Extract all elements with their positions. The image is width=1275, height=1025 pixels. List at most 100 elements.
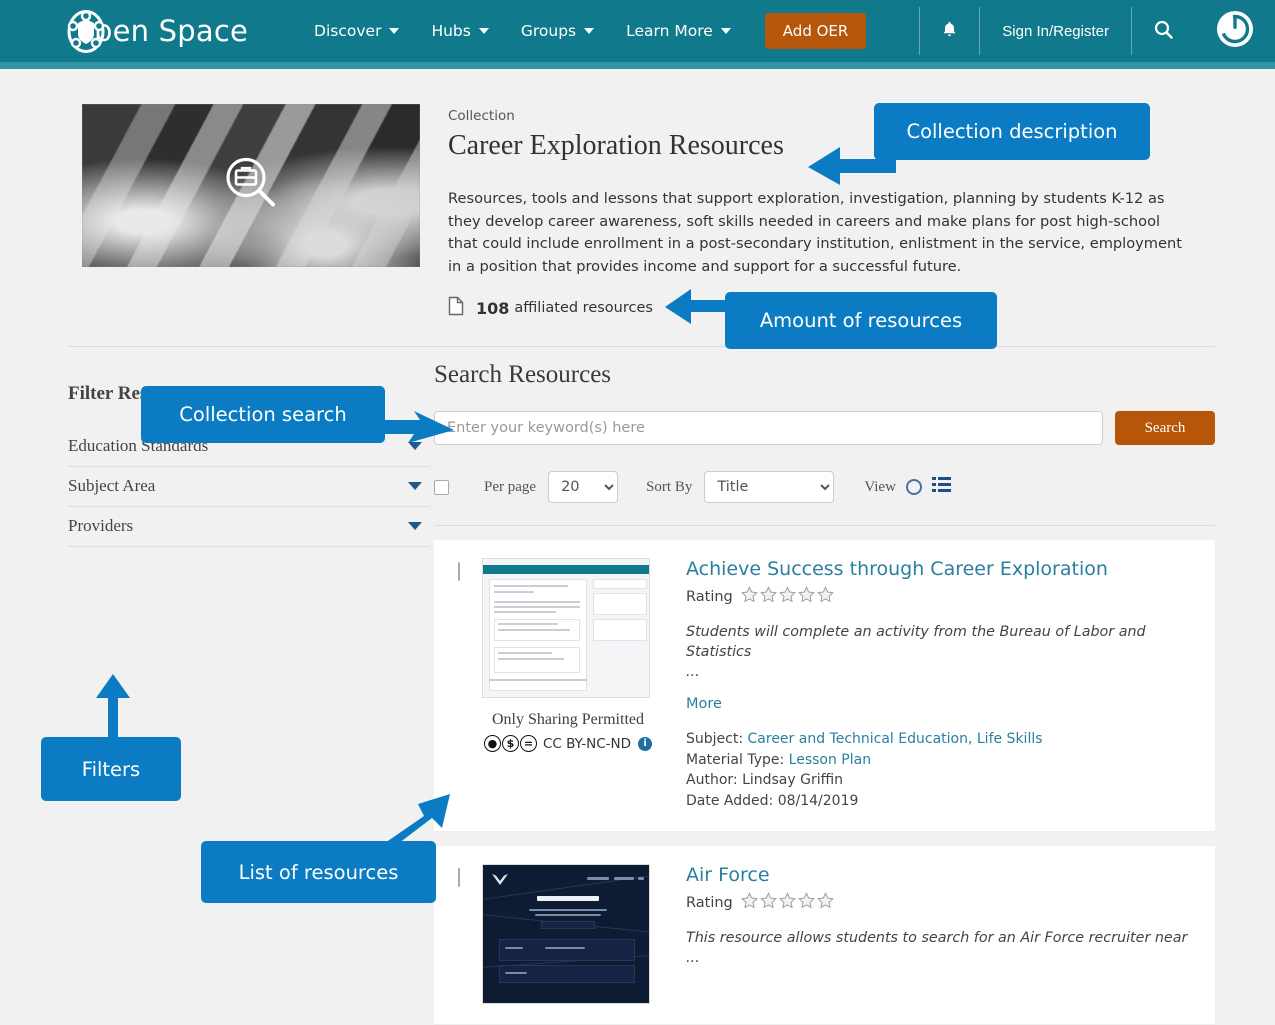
results-toolbar: Per page 20 Sort By Title View xyxy=(434,471,1215,503)
rating-star[interactable] xyxy=(740,892,758,914)
annotation-arrow-filters xyxy=(96,674,130,744)
list-view-icon[interactable] xyxy=(931,476,951,498)
fact-date-added-label: Date Added: xyxy=(686,792,774,809)
rating-star[interactable] xyxy=(759,586,777,608)
search-toggle-button[interactable] xyxy=(1131,7,1195,55)
fact-subject-value[interactable]: Career and Technical Education, Life Ski… xyxy=(748,731,1043,747)
resource-list-item[interactable]: Only Sharing Permitted ● $ = CC BY-NC-ND… xyxy=(434,540,1215,832)
resource-abstract-text: Students will complete an activity from … xyxy=(686,624,1146,660)
fact-author-value: Lindsay Griffin xyxy=(742,772,844,788)
fact-material-type: Material Type: Lesson Plan xyxy=(686,750,1197,771)
affiliated-resources-label: affiliated resources xyxy=(514,300,653,316)
page-content: Collection Career Exploration Resources … xyxy=(0,62,1275,1025)
resource-details: Achieve Success through Career Explorati… xyxy=(654,558,1197,811)
toolbar-divider xyxy=(434,525,1215,526)
resource-title-link[interactable]: Achieve Success through Career Explorati… xyxy=(686,558,1108,580)
rating-star[interactable] xyxy=(797,586,815,608)
more-link[interactable]: More xyxy=(686,696,722,712)
search-resources-heading: Search Resources xyxy=(434,361,612,388)
fact-date-added: Date Added: 08/14/2019 xyxy=(686,791,1197,812)
annotation-collection-description-label: Collection description xyxy=(906,120,1118,143)
resource-title-link[interactable]: Air Force xyxy=(686,864,770,886)
resource-thumbnail[interactable] xyxy=(482,864,650,1004)
mini-header xyxy=(483,565,649,574)
sort-by-select[interactable]: Title xyxy=(704,471,835,503)
search-button[interactable]: Search xyxy=(1115,411,1215,445)
resource-select-checkbox-cell xyxy=(458,558,482,811)
annotation-filters: Filters xyxy=(41,737,181,801)
rating-star[interactable] xyxy=(816,892,834,914)
results-column: Search Resources Search Per page 20 Sort… xyxy=(430,347,1215,1025)
resource-thumbnail-column xyxy=(482,864,654,1004)
rating-star[interactable] xyxy=(778,586,796,608)
power-icon xyxy=(1215,9,1255,54)
sign-in-register-link[interactable]: Sign In/Register xyxy=(979,7,1131,55)
rating-star[interactable] xyxy=(759,892,777,914)
cc-nc-icon: $ xyxy=(501,735,519,752)
resource-select-checkbox[interactable] xyxy=(458,562,460,581)
chevron-down-icon xyxy=(408,522,422,530)
resource-details: Air Force Rating This resource allows st… xyxy=(654,864,1197,1004)
annotation-amount-of-resources: Amount of resources xyxy=(725,292,997,349)
rating-star[interactable] xyxy=(797,892,815,914)
main-area: Filter Resources Education Standards Sub… xyxy=(0,347,1275,1025)
nav-right-cluster: Sign In/Register xyxy=(919,0,1275,62)
nav-item-groups[interactable]: Groups xyxy=(521,22,595,40)
power-button[interactable] xyxy=(1195,9,1275,54)
fact-material-type-value[interactable]: Lesson Plan xyxy=(789,752,871,768)
chevron-down-icon xyxy=(389,28,400,34)
resource-facts: Subject: Career and Technical Education,… xyxy=(686,729,1197,811)
top-navigation-bar: pen Space Discover Hubs Groups Learn Mor… xyxy=(0,0,1275,69)
rating-label: Rating xyxy=(686,589,733,605)
resource-thumbnail-column: Only Sharing Permitted ● $ = CC BY-NC-ND… xyxy=(482,558,654,811)
brand-title: pen Space xyxy=(94,14,249,48)
chevron-down-icon xyxy=(408,482,422,490)
sort-by-label: Sort By xyxy=(646,478,693,495)
cc-by-icon: ● xyxy=(483,735,501,752)
per-page-label: Per page xyxy=(484,478,537,495)
filter-providers[interactable]: Providers xyxy=(68,507,430,547)
filter-subject-area-label: Subject Area xyxy=(68,476,156,495)
annotation-collection-search-label: Collection search xyxy=(179,403,347,426)
resource-select-checkbox[interactable] xyxy=(458,868,460,887)
open-space-logo-icon xyxy=(66,9,106,53)
resource-abstract: This resource allows students to search … xyxy=(686,928,1197,968)
add-oer-button[interactable]: Add OER xyxy=(764,13,867,49)
license-code: CC BY-NC-ND xyxy=(542,735,632,752)
rating-row: Rating xyxy=(686,586,1197,608)
rating-star[interactable] xyxy=(740,586,758,608)
search-icon xyxy=(1154,20,1173,43)
nav-item-hubs[interactable]: Hubs xyxy=(431,22,489,40)
search-input[interactable] xyxy=(434,411,1103,445)
filter-subject-area[interactable]: Subject Area xyxy=(68,467,430,507)
brand[interactable]: pen Space xyxy=(66,9,249,53)
annotation-filters-label: Filters xyxy=(81,757,141,781)
fact-author-label: Author: xyxy=(686,772,738,788)
fact-date-added-value: 08/14/2019 xyxy=(777,792,859,809)
fact-material-type-label: Material Type: xyxy=(686,751,785,768)
info-icon[interactable]: i xyxy=(638,736,653,751)
search-row: Search xyxy=(434,411,1215,445)
per-page-select[interactable]: 20 xyxy=(548,471,619,503)
nav-item-discover[interactable]: Discover xyxy=(314,22,400,40)
affiliated-resources-number: 108 xyxy=(476,298,510,318)
resource-thumbnail[interactable] xyxy=(482,558,650,698)
rating-star[interactable] xyxy=(816,586,834,608)
rating-label: Rating xyxy=(686,895,733,911)
collection-image xyxy=(82,104,420,267)
primary-nav: Discover Hubs Groups Learn More Add OER xyxy=(314,13,867,49)
circle-view-icon[interactable] xyxy=(905,479,922,495)
select-all-checkbox[interactable] xyxy=(434,479,449,495)
cc-nd-icon: = xyxy=(519,735,537,752)
rating-star[interactable] xyxy=(778,892,796,914)
resource-list-item[interactable]: Air Force Rating This resource allows st… xyxy=(434,846,1215,1025)
filter-providers-label: Providers xyxy=(68,516,134,535)
annotation-collection-search: Collection search xyxy=(141,386,385,443)
rating-row: Rating xyxy=(686,892,1197,914)
license-text: Only Sharing Permitted xyxy=(492,711,644,728)
annotation-amount-of-resources-label: Amount of resources xyxy=(759,309,963,332)
notifications-button[interactable] xyxy=(919,7,979,55)
fact-subject-label: Subject: xyxy=(686,731,744,747)
nav-item-learn-more[interactable]: Learn More xyxy=(626,22,731,40)
chevron-down-icon xyxy=(584,28,595,34)
